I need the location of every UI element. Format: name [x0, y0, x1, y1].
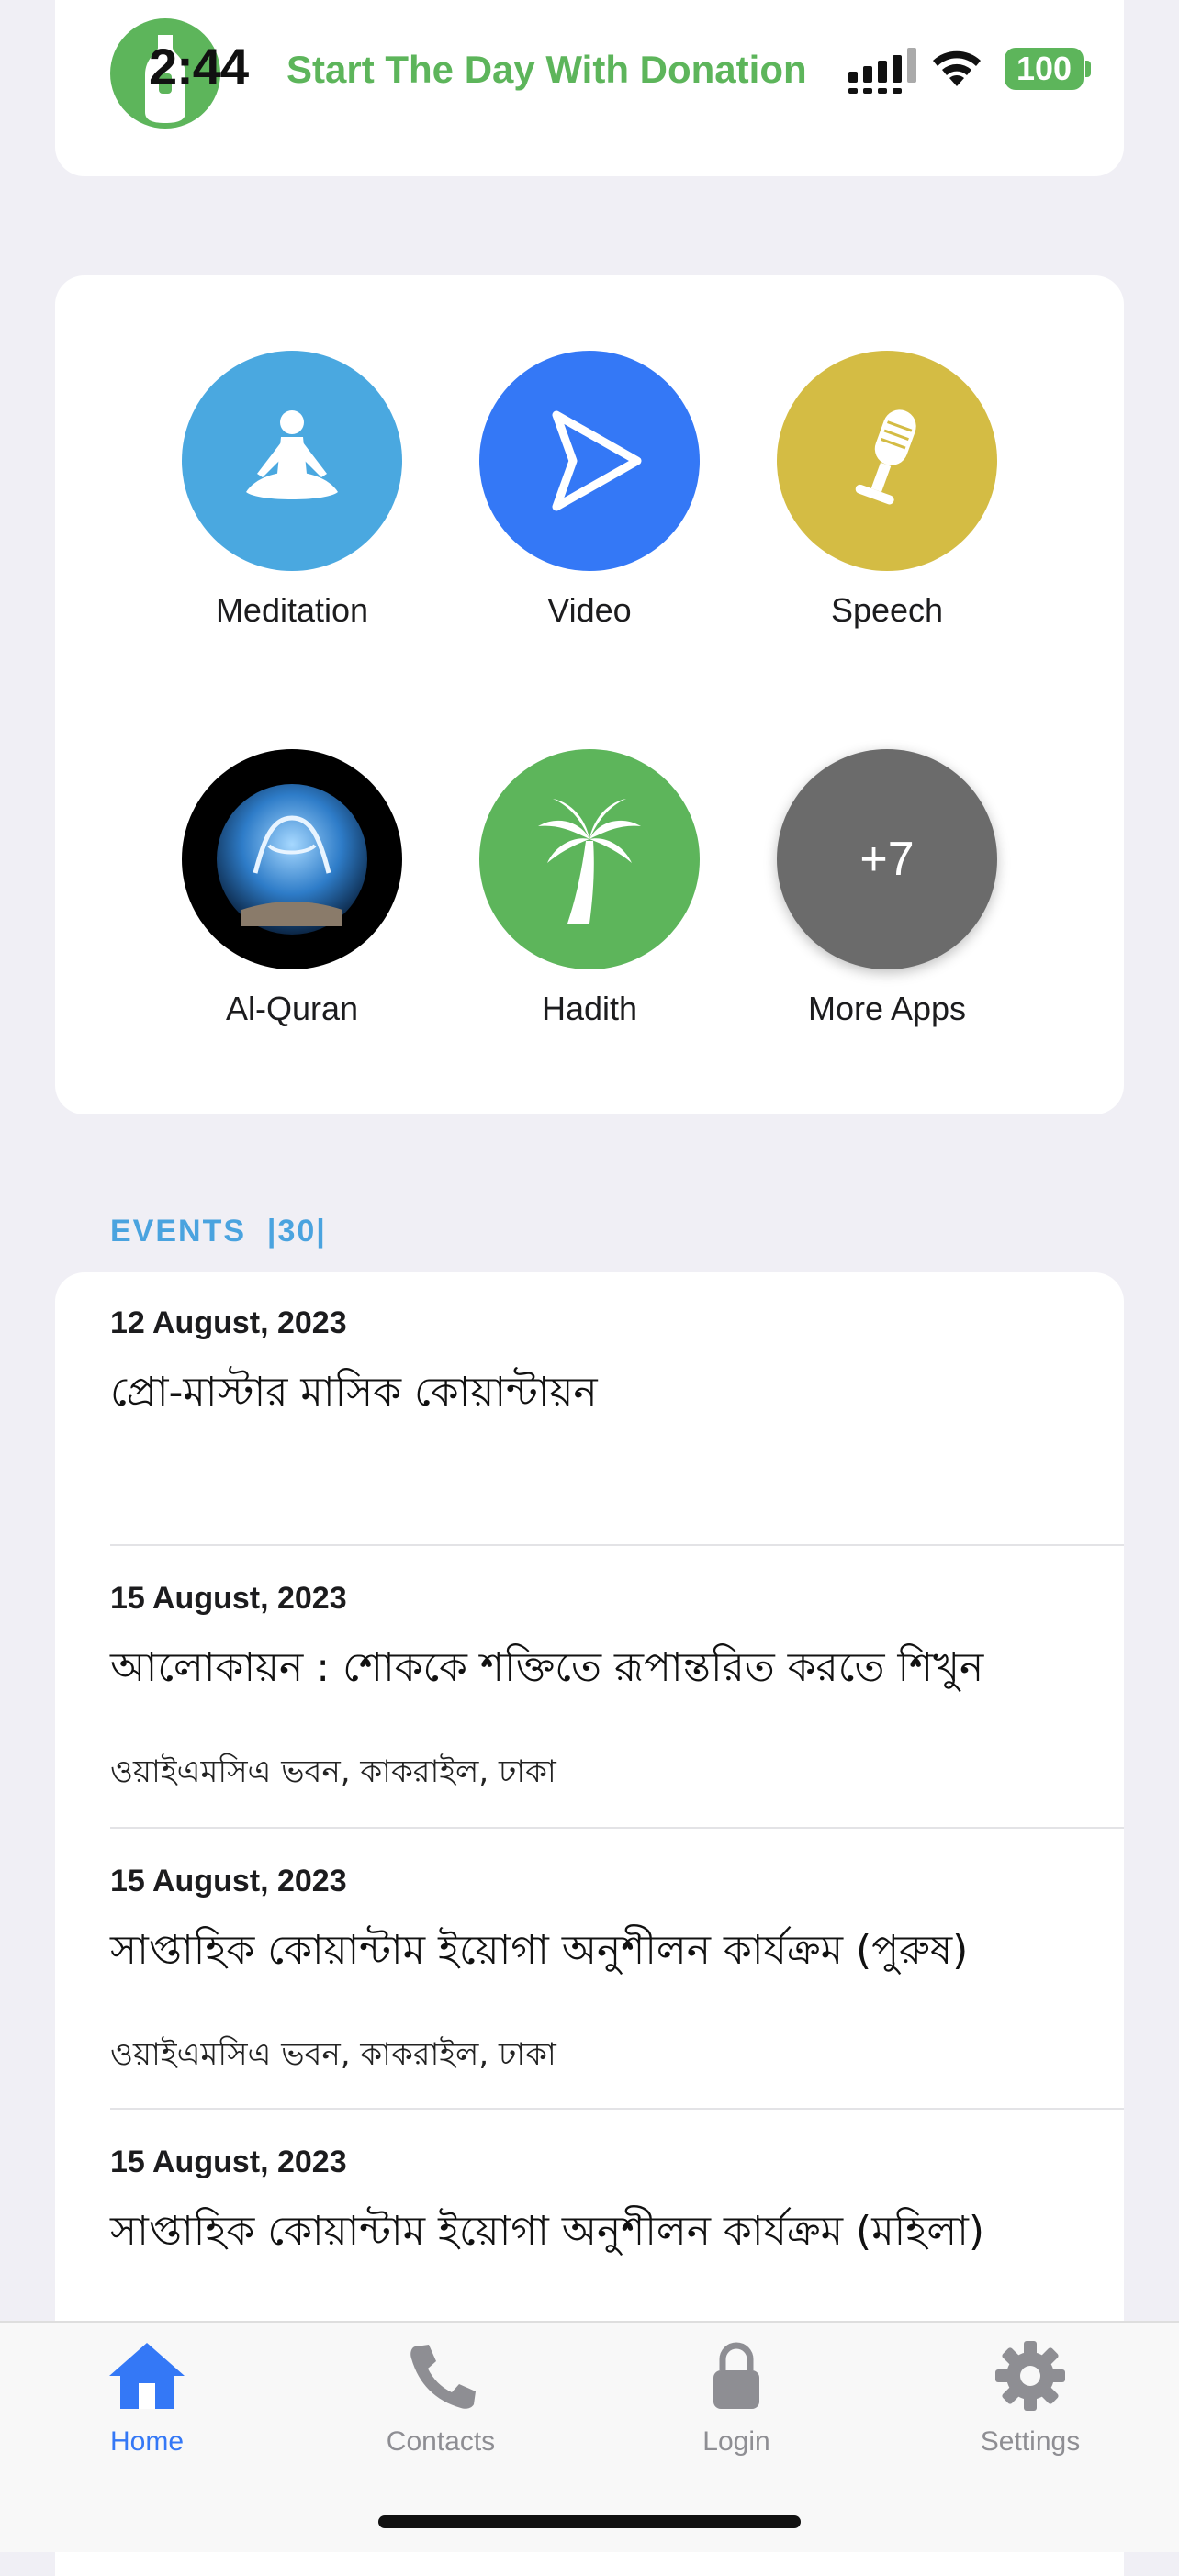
app-video[interactable]: Video	[452, 351, 727, 630]
event-title: প্রো-মাস্টার মাসিক কোয়ান্টায়ন	[110, 1369, 598, 1416]
app-speech[interactable]: Speech	[749, 351, 1025, 630]
quran-icon	[182, 749, 402, 969]
app-label: Al-Quran	[225, 990, 359, 1027]
event-date: 15 August, 2023	[110, 2145, 347, 2179]
home-indicator	[378, 2515, 801, 2528]
tab-label: Home	[109, 2426, 185, 2457]
home-icon	[109, 2343, 185, 2409]
wifi-icon	[933, 50, 981, 86]
event-date: 15 August, 2023	[110, 1581, 347, 1616]
app-label: More Apps	[807, 990, 967, 1027]
event-item[interactable]: 15 August, 2023 সাপ্তাহিক কোয়ান্টাম ইয়…	[110, 2145, 1124, 2268]
divider	[110, 1544, 1124, 1546]
tab-label: Login	[702, 2426, 770, 2457]
battery-tip	[1085, 61, 1091, 77]
event-date: 12 August, 2023	[110, 1305, 347, 1340]
event-item[interactable]: 15 August, 2023 সাপ্তাহিক কোয়ান্টাম ইয়…	[110, 1864, 1124, 2083]
divider	[110, 1827, 1124, 1829]
phone-icon	[410, 2345, 476, 2409]
tab-home[interactable]: Home	[46, 2339, 248, 2458]
app-al-quran[interactable]: Al-Quran	[154, 749, 430, 1028]
event-date: 15 August, 2023	[110, 1864, 347, 1898]
battery-indicator: 100	[1005, 48, 1084, 90]
app-meditation[interactable]: Meditation	[154, 351, 430, 630]
event-title: সাপ্তাহিক কোয়ান্টাম ইয়োগা অনুশীলন কার্…	[110, 1927, 969, 1974]
play-icon	[479, 351, 700, 571]
app-more-apps[interactable]: +7 More Apps	[749, 749, 1025, 1028]
events-section-header: EVENTS |30|	[110, 1214, 327, 1249]
app-label: Speech	[830, 591, 944, 629]
banner-text[interactable]: Start The Day With Donation	[286, 48, 807, 92]
more-apps-count: +7	[859, 833, 915, 886]
tab-contacts[interactable]: Contacts	[340, 2339, 542, 2458]
app-label: Meditation	[215, 591, 369, 629]
more-apps-badge: +7	[777, 749, 997, 969]
event-location: ওয়াইএমসিএ ভবন, কাকরাইল, ঢাকা	[110, 1753, 556, 1790]
event-location: ওয়াইএমসিএ ভবন, কাকরাইল, ঢাকা	[110, 2036, 556, 2073]
meditation-icon	[182, 351, 402, 571]
microphone-icon	[777, 351, 997, 571]
status-time: 2:44	[149, 38, 249, 95]
event-title: সাপ্তাহিক কোয়ান্টাম ইয়োগা অনুশীলন কার্…	[110, 2208, 985, 2255]
tab-settings[interactable]: Settings	[929, 2339, 1131, 2458]
gear-icon	[995, 2341, 1065, 2411]
tab-label: Settings	[980, 2426, 1081, 2457]
divider	[110, 2108, 1124, 2110]
tab-label: Contacts	[386, 2426, 496, 2457]
event-item[interactable]: 15 August, 2023 আলোকায়ন : শোককে শক্তিতে…	[110, 1581, 1124, 1800]
lock-icon	[713, 2342, 759, 2409]
palm-tree-icon	[479, 749, 700, 969]
tab-login[interactable]: Login	[635, 2339, 837, 2458]
event-title: আলোকায়ন : শোককে শক্তিতে রূপান্তরিত করতে…	[110, 1644, 984, 1691]
app-hadith[interactable]: Hadith	[452, 749, 727, 1028]
event-item[interactable]: 12 August, 2023 প্রো-মাস্টার মাসিক কোয়া…	[110, 1305, 1124, 1428]
app-label: Hadith	[541, 990, 638, 1027]
apps-grid: Meditation Video Speech Al-Quran Hadith …	[55, 275, 1124, 1114]
app-label: Video	[547, 591, 632, 629]
cellular-signal-icon	[848, 48, 916, 94]
